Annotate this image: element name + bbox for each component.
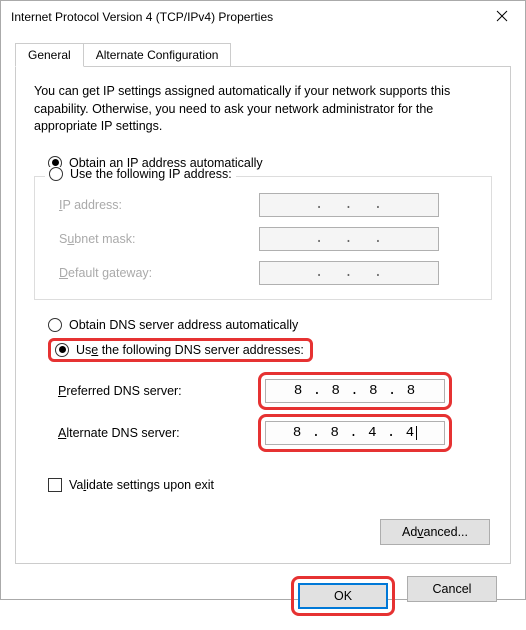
label-gateway: Default gateway: (59, 266, 259, 280)
checkbox-validate-label: Validate settings upon exit (69, 478, 214, 492)
window-title: Internet Protocol Version 4 (TCP/IPv4) P… (11, 10, 479, 24)
radio-dns-manual[interactable]: Use the following DNS server addresses: (51, 343, 304, 357)
row-ip-address: IP address: ... (59, 193, 477, 217)
footer-buttons: OK Cancel (15, 564, 511, 616)
dns-manual-fieldset: Use the following DNS server addresses: … (34, 338, 492, 460)
ok-button[interactable]: OK (298, 583, 388, 609)
radio-icon (48, 318, 62, 332)
text-cursor (416, 426, 417, 440)
content: General Alternate Configuration You can … (1, 33, 525, 630)
highlight-dns-inputs-2: 8 . 8 . 4 . 4 (258, 414, 452, 452)
checkbox-validate[interactable]: Validate settings upon exit (48, 478, 492, 492)
label-subnet: Subnet mask: (59, 232, 259, 246)
titlebar: Internet Protocol Version 4 (TCP/IPv4) P… (1, 1, 525, 33)
intro-text: You can get IP settings assigned automat… (34, 83, 492, 136)
label-ip-address: IP address: (59, 198, 259, 212)
input-alternate-dns[interactable]: 8 . 8 . 4 . 4 (265, 421, 445, 445)
label-alternate-dns: Alternate DNS server: (58, 426, 258, 440)
radio-ip-manual-label: Use the following IP address: (70, 167, 232, 181)
advanced-button[interactable]: Advanced... (380, 519, 490, 545)
input-gateway: ... (259, 261, 439, 285)
ip-manual-fieldset: Use the following IP address: IP address… (34, 176, 492, 300)
checkbox-icon (48, 478, 62, 492)
row-gateway: Default gateway: ... (59, 261, 477, 285)
radio-dns-auto[interactable]: Obtain DNS server address automatically (48, 318, 492, 332)
label-preferred-dns: Preferred DNS server: (58, 384, 258, 398)
cancel-button[interactable]: Cancel (407, 576, 497, 602)
close-icon (496, 10, 508, 25)
row-alternate-dns: Alternate DNS server: 8 . 8 . 4 . 4 (58, 414, 478, 452)
radio-icon (49, 167, 63, 181)
radio-dns-manual-label: Use the following DNS server addresses: (76, 343, 304, 357)
tab-alternate[interactable]: Alternate Configuration (83, 43, 232, 67)
radio-ip-manual[interactable]: Use the following IP address: (45, 167, 236, 181)
tab-general[interactable]: General (15, 43, 84, 67)
tab-strip: General Alternate Configuration (15, 43, 511, 67)
highlight-dns-inputs: 8 . 8 . 8 . 8 (258, 372, 452, 410)
input-subnet: ... (259, 227, 439, 251)
radio-dns-manual-wrap: Use the following DNS server addresses: (48, 338, 478, 362)
highlight-ok: OK (291, 576, 395, 616)
input-preferred-dns[interactable]: 8 . 8 . 8 . 8 (265, 379, 445, 403)
radio-dns-auto-label: Obtain DNS server address automatically (69, 318, 298, 332)
ipv4-properties-window: Internet Protocol Version 4 (TCP/IPv4) P… (0, 0, 526, 600)
highlight-dns-radio: Use the following DNS server addresses: (48, 338, 313, 362)
tab-panel-general: You can get IP settings assigned automat… (15, 66, 511, 564)
row-preferred-dns: Preferred DNS server: 8 . 8 . 8 . 8 (58, 372, 478, 410)
radio-icon (55, 343, 69, 357)
row-subnet: Subnet mask: ... (59, 227, 477, 251)
close-button[interactable] (479, 1, 525, 33)
input-ip-address: ... (259, 193, 439, 217)
